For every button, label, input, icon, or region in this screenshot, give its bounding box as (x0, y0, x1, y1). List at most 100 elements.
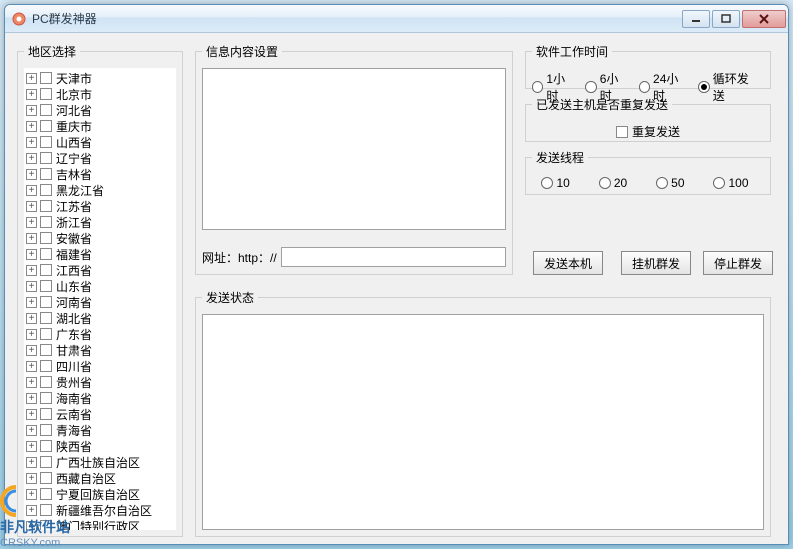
thread-radio[interactable]: 10 (541, 176, 569, 190)
tree-row[interactable]: +广东省 (26, 326, 174, 342)
stop-send-button[interactable]: 停止群发 (703, 251, 773, 275)
expand-icon[interactable]: + (26, 393, 37, 404)
expand-icon[interactable]: + (26, 361, 37, 372)
tree-checkbox[interactable] (40, 296, 52, 308)
tree-row[interactable]: +山西省 (26, 134, 174, 150)
maximize-button[interactable] (712, 10, 740, 28)
tree-row[interactable]: +西藏自治区 (26, 470, 174, 486)
expand-icon[interactable]: + (26, 265, 37, 276)
expand-icon[interactable]: + (26, 89, 37, 100)
tree-checkbox[interactable] (40, 248, 52, 260)
tree-row[interactable]: +新疆维吾尔自治区 (26, 502, 174, 518)
region-tree[interactable]: +天津市+北京市+河北省+重庆市+山西省+辽宁省+吉林省+黑龙江省+江苏省+浙江… (24, 68, 176, 530)
tree-checkbox[interactable] (40, 472, 52, 484)
tree-checkbox[interactable] (40, 344, 52, 356)
tree-row[interactable]: +湖北省 (26, 310, 174, 326)
tree-checkbox[interactable] (40, 392, 52, 404)
expand-icon[interactable]: + (26, 153, 37, 164)
minimize-button[interactable] (682, 10, 710, 28)
tree-row[interactable]: +北京市 (26, 86, 174, 102)
tree-row[interactable]: +甘肃省 (26, 342, 174, 358)
tree-row[interactable]: +贵州省 (26, 374, 174, 390)
expand-icon[interactable]: + (26, 521, 37, 531)
titlebar[interactable]: PC群发神器 (5, 5, 788, 33)
expand-icon[interactable]: + (26, 249, 37, 260)
tree-row[interactable]: +安徽省 (26, 230, 174, 246)
tree-checkbox[interactable] (40, 456, 52, 468)
tree-checkbox[interactable] (40, 264, 52, 276)
tree-row[interactable]: +四川省 (26, 358, 174, 374)
expand-icon[interactable]: + (26, 105, 37, 116)
tree-row[interactable]: +江西省 (26, 262, 174, 278)
expand-icon[interactable]: + (26, 473, 37, 484)
expand-icon[interactable]: + (26, 121, 37, 132)
tree-checkbox[interactable] (40, 232, 52, 244)
url-input[interactable] (281, 247, 506, 267)
tree-row[interactable]: +吉林省 (26, 166, 174, 182)
tree-checkbox[interactable] (40, 184, 52, 196)
message-textarea[interactable] (202, 68, 506, 230)
tree-row[interactable]: +天津市 (26, 70, 174, 86)
tree-checkbox[interactable] (40, 504, 52, 516)
expand-icon[interactable]: + (26, 169, 37, 180)
tree-row[interactable]: +陕西省 (26, 438, 174, 454)
thread-radio[interactable]: 100 (713, 176, 748, 190)
expand-icon[interactable]: + (26, 217, 37, 228)
tree-row[interactable]: +重庆市 (26, 118, 174, 134)
tree-checkbox[interactable] (40, 280, 52, 292)
expand-icon[interactable]: + (26, 489, 37, 500)
tree-checkbox[interactable] (40, 104, 52, 116)
expand-icon[interactable]: + (26, 329, 37, 340)
tree-row[interactable]: +广西壮族自治区 (26, 454, 174, 470)
tree-checkbox[interactable] (40, 376, 52, 388)
expand-icon[interactable]: + (26, 137, 37, 148)
thread-radio[interactable]: 50 (656, 176, 684, 190)
tree-row[interactable]: +山东省 (26, 278, 174, 294)
expand-icon[interactable]: + (26, 185, 37, 196)
tree-row[interactable]: +河北省 (26, 102, 174, 118)
tree-checkbox[interactable] (40, 136, 52, 148)
expand-icon[interactable]: + (26, 233, 37, 244)
tree-row[interactable]: +江苏省 (26, 198, 174, 214)
tree-checkbox[interactable] (40, 120, 52, 132)
tree-checkbox[interactable] (40, 88, 52, 100)
tree-checkbox[interactable] (40, 152, 52, 164)
tree-checkbox[interactable] (40, 520, 52, 530)
status-box[interactable] (202, 314, 764, 530)
expand-icon[interactable]: + (26, 73, 37, 84)
tree-checkbox[interactable] (40, 328, 52, 340)
expand-icon[interactable]: + (26, 345, 37, 356)
expand-icon[interactable]: + (26, 441, 37, 452)
thread-radio[interactable]: 20 (599, 176, 627, 190)
tree-checkbox[interactable] (40, 360, 52, 372)
tree-row[interactable]: +浙江省 (26, 214, 174, 230)
tree-row[interactable]: +云南省 (26, 406, 174, 422)
tree-checkbox[interactable] (40, 408, 52, 420)
tree-checkbox[interactable] (40, 72, 52, 84)
tree-checkbox[interactable] (40, 216, 52, 228)
expand-icon[interactable]: + (26, 297, 37, 308)
expand-icon[interactable]: + (26, 457, 37, 468)
tree-checkbox[interactable] (40, 312, 52, 324)
close-button[interactable] (742, 10, 786, 28)
tree-row[interactable]: +河南省 (26, 294, 174, 310)
expand-icon[interactable]: + (26, 201, 37, 212)
tree-checkbox[interactable] (40, 168, 52, 180)
tree-checkbox[interactable] (40, 440, 52, 452)
tree-row[interactable]: +黑龙江省 (26, 182, 174, 198)
expand-icon[interactable]: + (26, 377, 37, 388)
tree-checkbox[interactable] (40, 424, 52, 436)
tree-checkbox[interactable] (40, 200, 52, 212)
auto-send-button[interactable]: 挂机群发 (621, 251, 691, 275)
expand-icon[interactable]: + (26, 313, 37, 324)
tree-checkbox[interactable] (40, 488, 52, 500)
tree-row[interactable]: +辽宁省 (26, 150, 174, 166)
tree-row[interactable]: +海南省 (26, 390, 174, 406)
expand-icon[interactable]: + (26, 281, 37, 292)
tree-row[interactable]: +澳门特别行政区 (26, 518, 174, 530)
tree-row[interactable]: +宁夏回族自治区 (26, 486, 174, 502)
repeat-checkbox[interactable]: 重复发送 (532, 121, 764, 140)
tree-row[interactable]: +青海省 (26, 422, 174, 438)
expand-icon[interactable]: + (26, 409, 37, 420)
expand-icon[interactable]: + (26, 505, 37, 516)
